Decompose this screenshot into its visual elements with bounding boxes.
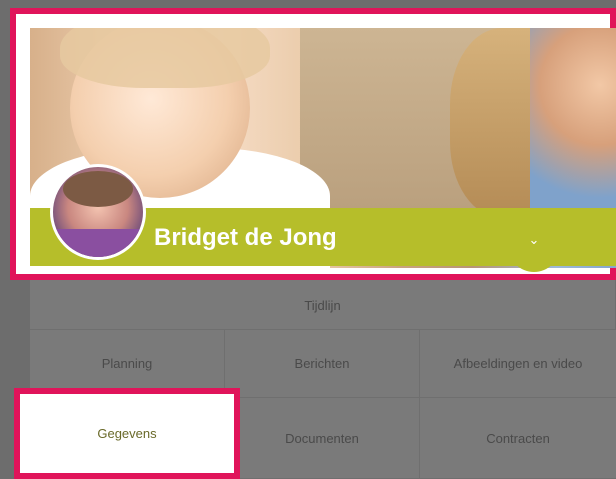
menu-item-media[interactable]: Afbeeldingen en video xyxy=(420,330,616,398)
menu-item-label: Afbeeldingen en video xyxy=(453,356,583,371)
menu-item-label: Documenten xyxy=(285,430,359,446)
menu-item-label: Contracten xyxy=(486,430,550,446)
menu-item-berichten[interactable]: Berichten xyxy=(225,330,420,398)
profile-name: Bridget de Jong xyxy=(154,224,337,251)
menu-item-label: Planning xyxy=(101,356,153,371)
expand-profile-button[interactable]: ⌄ xyxy=(508,220,560,272)
cover-photo-person xyxy=(530,28,616,218)
menu-item-contracten[interactable]: Contracten xyxy=(420,398,616,479)
avatar-hair xyxy=(63,171,133,207)
chevron-down-icon: ⌄ xyxy=(528,232,540,247)
avatar-shirt xyxy=(53,229,143,257)
menu-item-label: Gegevens xyxy=(97,426,157,441)
avatar[interactable] xyxy=(50,164,146,260)
menu-item-gegevens-highlight[interactable]: Gegevens xyxy=(14,388,240,479)
menu-item-documenten[interactable]: Documenten xyxy=(225,398,420,479)
menu-item-gegevens[interactable]: Gegevens xyxy=(32,405,222,462)
menu-item-label: Berichten xyxy=(294,356,350,371)
menu-item-label: Tijdlijn xyxy=(304,298,341,313)
cover-photo-child-hair xyxy=(60,28,270,88)
